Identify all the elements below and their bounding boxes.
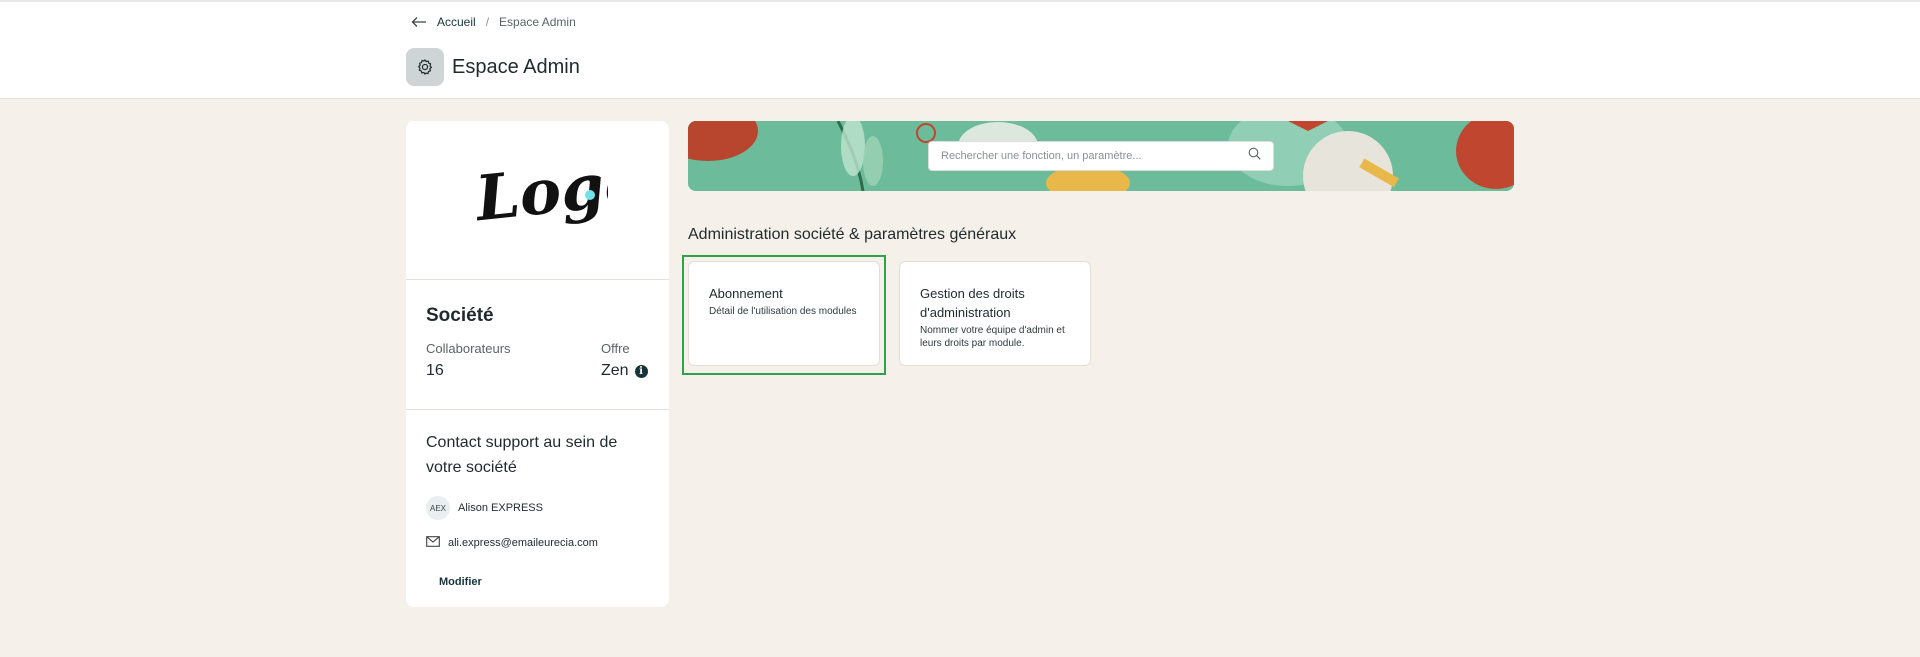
company-logo: Logo (406, 121, 669, 280)
search-field[interactable] (928, 141, 1274, 171)
search-banner (688, 121, 1514, 191)
card-description: Détail de l'utilisation des modules (709, 306, 857, 317)
title-row: Espace Admin (406, 48, 580, 86)
section-title: Administration société & paramètres géné… (688, 226, 1017, 243)
search-icon[interactable] (1248, 147, 1261, 165)
subscription-card[interactable]: Abonnement Détail de l'utilisation des m… (688, 261, 880, 366)
breadcrumb-separator: / (485, 15, 490, 29)
mail-icon (426, 534, 440, 552)
svg-text:Logo: Logo (470, 145, 608, 236)
company-info: Société Collaborateurs 16 Offre Zen i (406, 280, 669, 410)
contact-email-row: ali.express@emaileurecia.com (426, 534, 649, 552)
offer-label: Offre (601, 341, 630, 356)
page-title: Espace Admin (452, 55, 580, 78)
support-contact: Contact support au sein de votre société… (406, 410, 669, 590)
collaborators-value: 16 (426, 362, 444, 379)
search-input[interactable] (941, 150, 1248, 162)
logo-image: Logo (470, 145, 608, 236)
company-name: Société (426, 305, 494, 326)
card-description: Nommer votre équipe d'admin et leurs dro… (920, 325, 1065, 349)
contact-name: Alison EXPRESS (458, 502, 543, 514)
page-header: Accueil / Espace Admin Espace Admin (0, 2, 1920, 99)
card-title: Gestion des droits d'administration (920, 286, 1025, 320)
modify-button[interactable]: Modifier (439, 576, 482, 588)
collaborators-label: Collaborateurs (426, 341, 511, 356)
breadcrumb-home-link[interactable]: Accueil (437, 15, 476, 29)
offer-value: Zen (601, 362, 629, 379)
breadcrumb-current: Espace Admin (499, 15, 576, 29)
collaborators-stat: Collaborateurs 16 (426, 341, 511, 380)
offer-value-row: Zen i (601, 362, 649, 380)
contact-email[interactable]: ali.express@emaileurecia.com (448, 537, 598, 549)
info-icon[interactable]: i (634, 364, 648, 378)
company-stats: Collaborateurs 16 Offre Zen i (426, 341, 649, 380)
admin-rights-card[interactable]: Gestion des droits d'administration Nomm… (899, 261, 1091, 366)
back-arrow-icon[interactable] (411, 16, 427, 28)
card-title: Abonnement (709, 286, 783, 301)
breadcrumb: Accueil / Espace Admin (411, 14, 576, 30)
gear-icon (406, 48, 444, 86)
company-card: Logo Société Collaborateurs 16 Offre Zen… (406, 121, 669, 607)
offer-stat: Offre Zen i (601, 341, 649, 380)
support-title: Contact support au sein de votre société (426, 434, 618, 476)
contact-person: AEX Alison EXPRESS (426, 496, 649, 520)
avatar: AEX (426, 496, 450, 520)
